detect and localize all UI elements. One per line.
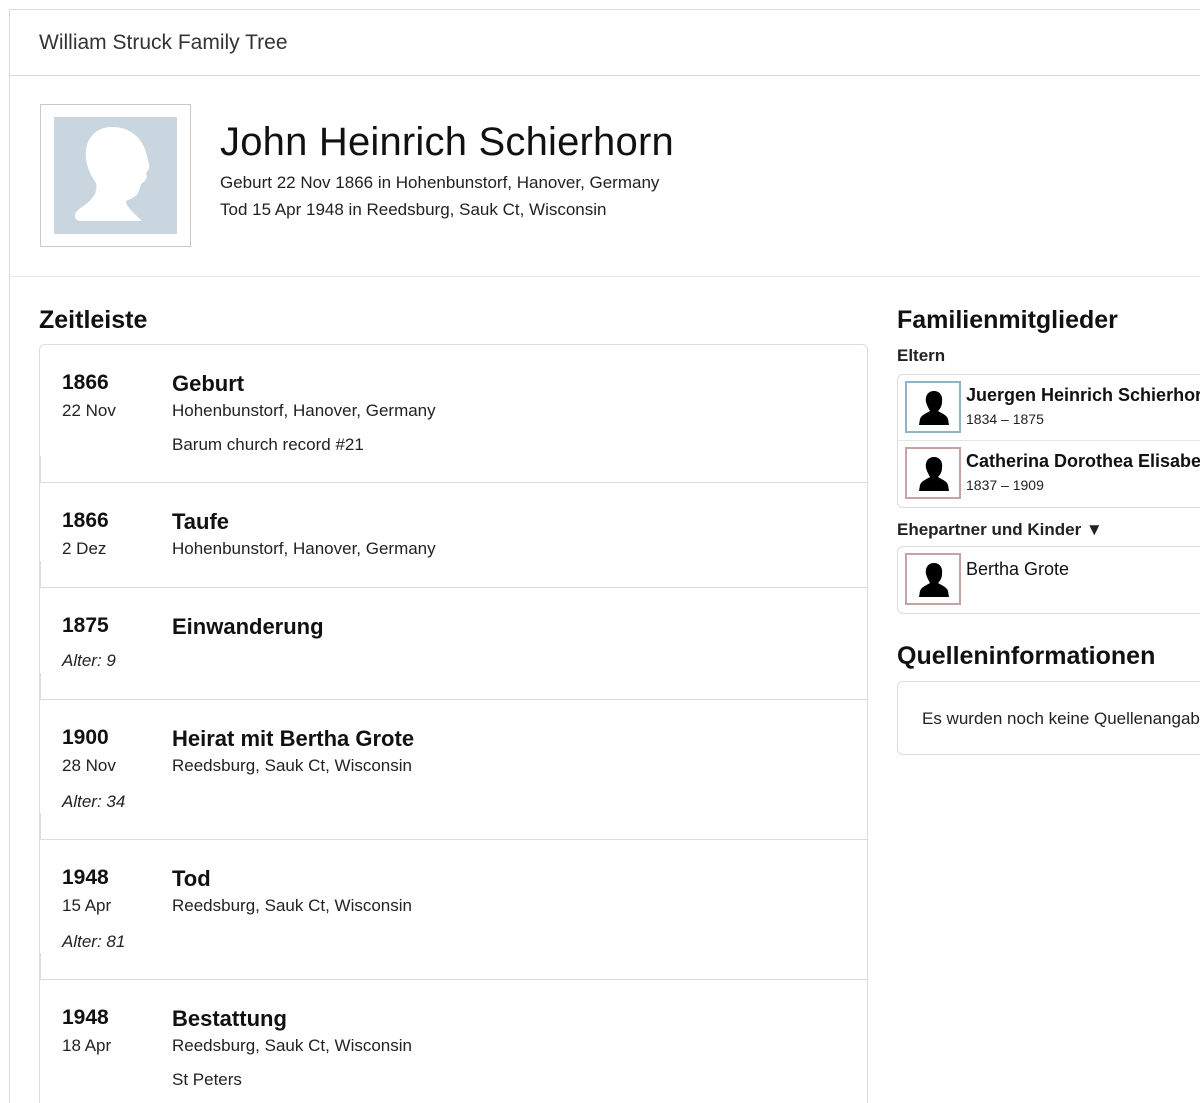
event-place: Hohenbunstorf, Hanover, Germany — [172, 401, 436, 420]
person-header: John Heinrich Schierhorn Geburt 22 Nov 1… — [10, 76, 1200, 277]
event-divider-tick — [40, 456, 41, 482]
avatar — [905, 381, 961, 433]
person-silhouette-icon — [919, 563, 949, 597]
sources-card: Es wurden noch keine Quellenangaben hinz… — [897, 681, 1200, 755]
death-summary: Tod 15 Apr 1948 in Reedsburg, Sauk Ct, W… — [220, 200, 607, 219]
person-silhouette-icon — [919, 457, 949, 491]
event-year: 1948 — [62, 866, 109, 889]
event-title: Tod — [172, 866, 211, 891]
member-name[interactable]: Bertha Grote — [966, 559, 1069, 580]
event-age: Alter: 34 — [62, 792, 126, 811]
event-date: 22 Nov — [62, 401, 116, 420]
event-place: Reedsburg, Sauk Ct, Wisconsin — [172, 896, 412, 915]
event-year: 1948 — [62, 1006, 109, 1029]
event-title: Taufe — [172, 509, 230, 534]
event-divider-tick — [40, 561, 41, 587]
male-silhouette-icon — [74, 127, 150, 221]
sources-empty-message: Es wurden noch keine Quellenangaben hinz… — [922, 709, 1200, 728]
timeline-list: 1866 22 Nov Geburt Hohenbunstorf, Hanove… — [39, 344, 868, 1103]
parents-card: Juergen Heinrich Schierhorn 1834 – 1875 … — [897, 374, 1200, 508]
page: William Struck Family Tree John Heinrich… — [9, 9, 1200, 1103]
person-name: John Heinrich Schierhorn — [220, 120, 674, 164]
event-age: Alter: 9 — [62, 651, 116, 670]
event-title: Geburt — [172, 371, 245, 396]
event-note: St Peters — [172, 1070, 242, 1089]
event-place: Hohenbunstorf, Hanover, Germany — [172, 539, 436, 558]
family-heading: Familienmitglieder — [897, 306, 1118, 334]
timeline-event[interactable]: 1900 28 Nov Heirat mit Bertha Grote Reed… — [40, 700, 867, 840]
event-date: 15 Apr — [62, 896, 112, 915]
event-year: 1866 — [62, 371, 109, 394]
timeline-event[interactable]: 1948 15 Apr Tod Reedsburg, Sauk Ct, Wisc… — [40, 840, 867, 980]
family-member-parent[interactable]: Juergen Heinrich Schierhorn 1834 – 1875 — [898, 375, 1200, 441]
event-year: 1900 — [62, 726, 109, 749]
spouses-children-toggle[interactable]: Ehepartner und Kinder ▼ — [897, 520, 1103, 540]
event-age: Alter: 81 — [62, 932, 126, 951]
event-date: 2 Dez — [62, 539, 107, 558]
event-place: Reedsburg, Sauk Ct, Wisconsin — [172, 756, 412, 775]
parents-label: Eltern — [897, 346, 946, 365]
member-name[interactable]: Juergen Heinrich Schierhorn — [966, 385, 1200, 406]
timeline-event[interactable]: 1875 Einwanderung Alter: 9 — [40, 588, 867, 700]
timeline-heading: Zeitleiste — [39, 306, 148, 334]
event-note: Barum church record #21 — [172, 435, 364, 454]
silhouette-placeholder-icon — [54, 117, 177, 234]
app-title[interactable]: William Struck Family Tree — [39, 31, 288, 55]
family-member-parent[interactable]: Catherina Dorothea Elisabeth 1837 – 1909 — [898, 441, 1200, 507]
person-silhouette-icon — [919, 391, 949, 425]
member-dates: 1837 – 1909 — [966, 477, 1044, 493]
timeline-event[interactable]: 1866 2 Dez Taufe Hohenbunstorf, Hanover,… — [40, 483, 867, 588]
avatar — [905, 447, 961, 499]
event-divider-tick — [40, 673, 41, 699]
event-title: Einwanderung — [172, 614, 324, 639]
event-title: Bestattung — [172, 1006, 287, 1031]
event-divider-tick — [40, 813, 41, 839]
avatar — [905, 553, 961, 605]
app-title-bar: William Struck Family Tree — [10, 10, 1200, 76]
member-dates: 1834 – 1875 — [966, 411, 1044, 427]
event-date: 18 Apr — [62, 1036, 112, 1055]
member-name[interactable]: Catherina Dorothea Elisabeth — [966, 451, 1200, 472]
event-year: 1875 — [62, 614, 109, 637]
sources-heading: Quelleninformationen — [897, 642, 1156, 670]
event-place: Reedsburg, Sauk Ct, Wisconsin — [172, 1036, 412, 1055]
birth-summary: Geburt 22 Nov 1866 in Hohenbunstorf, Han… — [220, 173, 660, 192]
spouses-card: Bertha Grote — [897, 546, 1200, 614]
event-year: 1866 — [62, 509, 109, 532]
event-title[interactable]: Heirat mit Bertha Grote — [172, 726, 414, 752]
timeline-event[interactable]: 1866 22 Nov Geburt Hohenbunstorf, Hanove… — [40, 345, 867, 483]
profile-photo[interactable] — [40, 104, 191, 247]
event-date: 28 Nov — [62, 756, 116, 775]
event-divider-tick — [40, 953, 41, 979]
timeline-event[interactable]: 1948 18 Apr Bestattung Reedsburg, Sauk C… — [40, 980, 867, 1103]
family-member-spouse[interactable]: Bertha Grote — [898, 547, 1200, 613]
